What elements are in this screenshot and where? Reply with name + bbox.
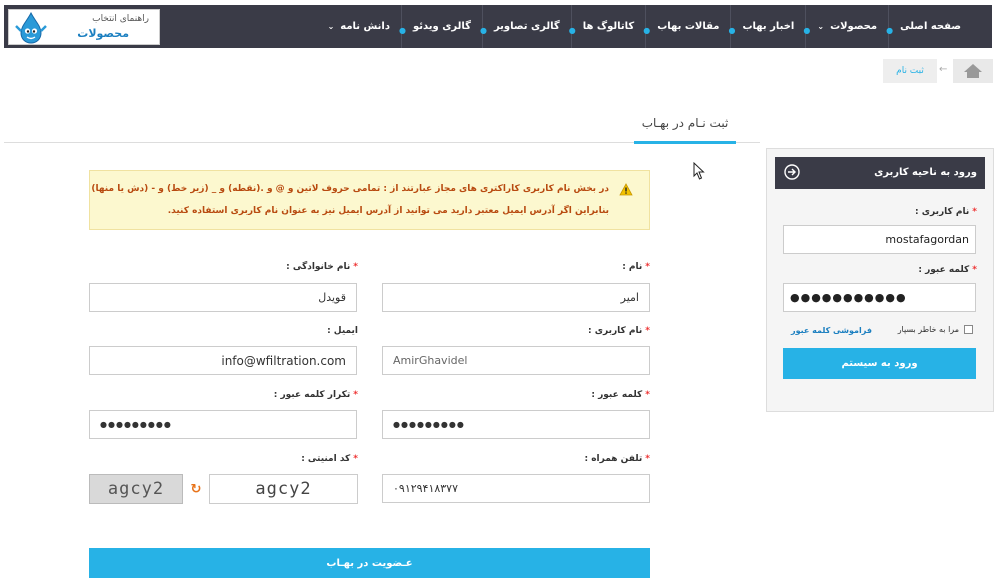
label-text: نام کاربری : — [915, 207, 970, 217]
last-name-label: *نام خانوادگی : — [286, 262, 358, 272]
nav-item-catalogs[interactable]: کاتالوگ ها ● — [569, 5, 646, 48]
login-username-label: *نام کاربری : — [915, 207, 977, 217]
username-label: *نام کاربری : — [588, 326, 650, 336]
nav-item-label: گالری ویدئو — [412, 21, 471, 32]
label-text: نام کاربری : — [588, 326, 643, 336]
required-mark: * — [645, 454, 650, 464]
nav-menu: صفحه اصلی ● محصولات ⌄ ● اخبار بهاب ● مقالات … — [317, 5, 972, 48]
nav-item-image-gallery[interactable]: گالری تصاویر ● — [480, 5, 571, 48]
required-mark: * — [972, 207, 977, 217]
required-mark: * — [353, 390, 358, 400]
nav-item-articles[interactable]: مقالات بهاب ● — [643, 5, 730, 48]
warning-icon — [619, 183, 633, 196]
checkbox-box[interactable] — [964, 325, 973, 334]
login-password-label: *کلمه عبور : — [918, 265, 977, 275]
tab-active-indicator — [634, 141, 736, 144]
home-icon — [964, 64, 982, 78]
required-mark: * — [645, 262, 650, 272]
login-panel-header: ورود به ناحیه کاربری — [775, 157, 985, 189]
register-button[interactable]: عـضویت در بهـاب — [89, 548, 650, 578]
label-text: کلمه عبور : — [918, 265, 970, 275]
label-text: کد امنیتی : — [301, 454, 351, 464]
nav-item-home[interactable]: صفحه اصلی ● — [886, 5, 972, 48]
username-input[interactable]: AmirGhavidel — [382, 346, 650, 375]
label-text: نام خانوادگی : — [286, 262, 351, 272]
site-logo[interactable]: راهنمای انتخاب محصولات — [8, 9, 160, 45]
login-button[interactable]: ورود به سیستم — [783, 348, 976, 379]
chevron-down-icon: ⌄ — [327, 22, 335, 31]
breadcrumb-current[interactable]: ثبت نام — [883, 59, 937, 83]
password-repeat-label: *تکرار کلمه عبور : — [274, 390, 358, 400]
mouse-cursor-icon — [693, 162, 705, 180]
nav-item-video-gallery[interactable]: گالری ویدئو ● — [399, 5, 482, 48]
required-mark: * — [353, 454, 358, 464]
label-text: تلفن همراه : — [584, 454, 643, 464]
tab-register[interactable]: ثبت نـام در بهـاب — [634, 116, 736, 130]
nav-item-label: مقالات بهاب — [657, 21, 720, 32]
last-name-input[interactable]: قویدل — [89, 283, 357, 312]
nav-item-label: دانش نامه — [340, 21, 390, 32]
password-label: *کلمه عبور : — [591, 390, 650, 400]
required-mark: * — [645, 390, 650, 400]
captcha-input[interactable]: agcy2 — [209, 474, 358, 504]
forgot-password-link[interactable]: فراموشی کلمه عبور — [791, 326, 872, 335]
email-label: ایمیل : — [327, 326, 358, 336]
nav-item-label: صفحه اصلی — [900, 21, 961, 32]
login-arrow-icon — [784, 164, 800, 180]
water-drop-mascot-icon — [15, 11, 47, 44]
first-name-input[interactable]: امیر — [382, 283, 650, 312]
mobile-input[interactable]: ۰۹۱۲۹۴۱۸۳۷۷ — [382, 474, 650, 503]
nav-item-label: محصولات — [830, 21, 878, 32]
breadcrumb-separator-icon: ← — [939, 64, 948, 75]
username-rules-alert: در بخش نام کاربری کاراکتری های مجاز عبار… — [89, 170, 650, 230]
label-text: نام : — [622, 262, 643, 272]
nav-item-news[interactable]: اخبار بهاب ● — [728, 5, 805, 48]
required-mark: * — [353, 262, 358, 272]
captcha-label: *کد امنیتی : — [301, 454, 358, 464]
remember-me-label: مرا به خاطر بسپار — [897, 325, 959, 334]
login-username-input[interactable]: mostafagordan — [783, 225, 976, 254]
label-text: ایمیل : — [327, 326, 358, 336]
login-password-input[interactable]: ●●●●●●●●●●● — [783, 283, 976, 312]
logo-tagline: راهنمای انتخاب — [92, 14, 149, 24]
required-mark: * — [645, 326, 650, 336]
nav-item-label: اخبار بهاب — [742, 21, 795, 32]
login-panel-title: ورود به ناحیه کاربری — [874, 167, 977, 178]
captcha-image: agcy2 — [89, 474, 183, 504]
password-input[interactable]: ●●●●●●●●● — [382, 410, 650, 439]
nav-item-label: کاتالوگ ها — [582, 21, 635, 32]
breadcrumb-home[interactable] — [953, 59, 993, 83]
alert-line-1: در بخش نام کاربری کاراکتری های مجاز عبار… — [91, 184, 609, 194]
mobile-label: *تلفن همراه : — [585, 454, 651, 464]
logo-title: محصولات — [77, 27, 129, 40]
nav-item-encyclopedia[interactable]: دانش نامه ⌄ — [317, 5, 401, 48]
login-panel: ورود به ناحیه کاربری *نام کاربری : mosta… — [766, 148, 994, 412]
remember-me-checkbox[interactable]: مرا به خاطر بسپار — [898, 325, 973, 334]
chevron-down-icon: ⌄ — [817, 22, 825, 31]
alert-line-2: بنابراین اگر آدرس ایمیل معتبر دارید می ت… — [167, 206, 609, 216]
nav-item-label: گالری تصاویر — [493, 21, 560, 32]
email-input[interactable]: info@wfiltration.com — [89, 346, 357, 375]
label-text: کلمه عبور : — [591, 390, 643, 400]
password-repeat-input[interactable]: ●●●●●●●●● — [89, 410, 357, 439]
first-name-label: *نام : — [622, 262, 650, 272]
refresh-icon[interactable]: ↻ — [189, 482, 203, 497]
nav-item-products[interactable]: محصولات ⌄ ● — [803, 5, 888, 48]
required-mark: * — [972, 265, 977, 275]
label-text: تکرار کلمه عبور : — [273, 390, 351, 400]
